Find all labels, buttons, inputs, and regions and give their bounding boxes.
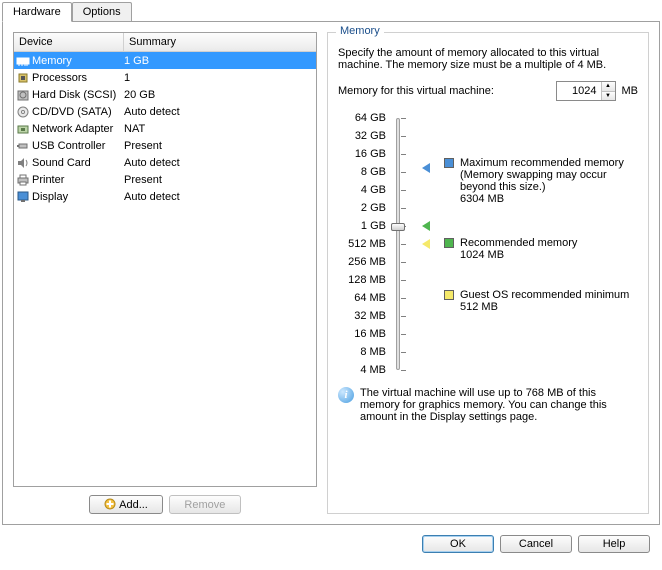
device-summary: 1 [124,72,314,84]
device-summary: Auto detect [124,191,314,203]
memory-spinner[interactable]: ▲ ▼ [556,81,616,101]
cpu-icon [16,71,30,85]
hdd-icon [16,88,30,102]
slider-thumb[interactable] [391,223,405,231]
legend-min-label: Guest OS recommended minimum [460,289,629,301]
group-title: Memory [336,25,384,37]
tick-label: 512 MB [338,237,386,251]
device-name: Printer [32,174,64,186]
tick-label: 32 MB [338,309,386,323]
info-icon: i [338,387,354,403]
memory-unit: MB [622,85,639,97]
tick-label: 4 GB [338,183,386,197]
spinner-down[interactable]: ▼ [602,92,615,101]
printer-icon [16,173,30,187]
legend-min-value: 512 MB [460,301,629,313]
device-summary: NAT [124,123,314,135]
tick-label: 4 MB [338,363,386,377]
net-icon [16,122,30,136]
tick-label: 16 MB [338,327,386,341]
table-row[interactable]: Hard Disk (SCSI) 20 GB [14,86,316,103]
device-summary: 1 GB [124,55,314,67]
memory-input[interactable] [557,82,601,100]
memory-input-label: Memory for this virtual machine: [338,85,494,97]
marker-min [422,239,430,249]
tick-label: 16 GB [338,147,386,161]
device-table: Device Summary Memory 1 GB Processors 1 Hard… [13,32,317,487]
tick-label: 2 GB [338,201,386,215]
device-name: Memory [32,55,72,67]
device-summary: Present [124,140,314,152]
table-row[interactable]: CD/DVD (SATA) Auto detect [14,103,316,120]
legend-rec-value: 1024 MB [460,249,577,261]
tick-label: 128 MB [338,273,386,287]
slider-legend: Maximum recommended memory (Memory swapp… [444,111,638,377]
legend-max-value: 6304 MB [460,193,638,205]
cd-icon [16,105,30,119]
add-button[interactable]: Add... [89,495,163,514]
legend-max-note: (Memory swapping may occur beyond this s… [460,169,638,193]
slider-markers [422,111,436,377]
tick-label: 256 MB [338,255,386,269]
device-name: USB Controller [32,140,105,152]
table-row[interactable]: USB Controller Present [14,137,316,154]
table-row[interactable]: Printer Present [14,171,316,188]
device-summary: Present [124,174,314,186]
device-summary: Auto detect [124,157,314,169]
device-name: Sound Card [32,157,91,169]
memory-slider[interactable] [394,111,414,377]
legend-min-square [444,290,454,300]
tick-label: 1 GB [338,219,386,233]
sound-icon [16,156,30,170]
remove-button: Remove [169,495,241,514]
legend-rec-label: Recommended memory [460,237,577,249]
legend-rec-square [444,238,454,248]
tick-label: 32 GB [338,129,386,143]
col-device[interactable]: Device [14,33,124,51]
table-row[interactable]: Processors 1 [14,69,316,86]
spinner-up[interactable]: ▲ [602,82,615,92]
tab-panel: Device Summary Memory 1 GB Processors 1 Hard… [2,21,660,525]
col-summary[interactable]: Summary [124,33,316,51]
tick-label: 8 GB [338,165,386,179]
legend-max-square [444,158,454,168]
display-icon [16,190,30,204]
cancel-button[interactable]: Cancel [500,535,572,553]
info-text: The virtual machine will use up to 768 M… [360,387,638,423]
memory-icon [16,54,30,68]
table-header: Device Summary [14,33,316,52]
table-row[interactable]: Sound Card Auto detect [14,154,316,171]
device-name: CD/DVD (SATA) [32,106,112,118]
tick-label: 64 MB [338,291,386,305]
device-name: Hard Disk (SCSI) [32,89,116,101]
device-name: Processors [32,72,87,84]
tab-hardware[interactable]: Hardware [2,2,72,22]
slider-ticks: 64 GB 32 GB 16 GB 8 GB 4 GB 2 GB 1 GB 512 MB 256… [338,111,386,377]
marker-rec [422,221,430,231]
usb-icon [16,139,30,153]
add-button-label: Add... [119,499,148,511]
tab-options[interactable]: Options [72,2,132,21]
tick-label: 8 MB [338,345,386,359]
memory-description: Specify the amount of memory allocated t… [338,47,638,71]
marker-max [422,163,430,173]
ok-button[interactable]: OK [422,535,494,553]
table-row[interactable]: Network Adapter NAT [14,120,316,137]
memory-group: Memory Specify the amount of memory allo… [327,32,649,514]
device-summary: 20 GB [124,89,314,101]
table-row[interactable]: Display Auto detect [14,188,316,205]
help-button[interactable]: Help [578,535,650,553]
legend-max-label: Maximum recommended memory [460,157,638,169]
tick-label: 64 GB [338,111,386,125]
device-summary: Auto detect [124,106,314,118]
device-name: Display [32,191,68,203]
device-name: Network Adapter [32,123,113,135]
table-row[interactable]: Memory 1 GB [14,52,316,69]
